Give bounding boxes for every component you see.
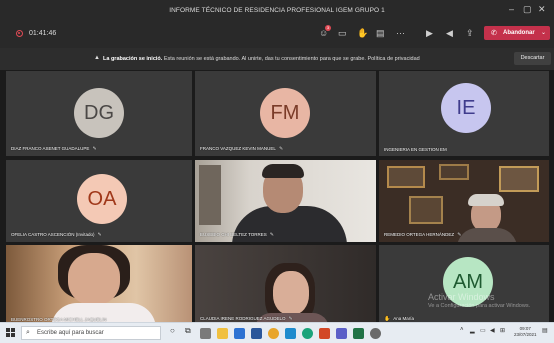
volume-icon[interactable]: ◀ [490,327,495,334]
wall-frames [499,166,539,192]
teams-window: INFORME TÉCNICO DE RESIDENCIA PROFESIONA… [0,0,554,343]
participant-name: INGENIERIA EN GESTION EM [384,147,447,152]
wall-frames [409,196,443,224]
chevron-down-icon[interactable]: ⌄ [541,29,546,36]
title-bar: INFORME TÉCNICO DE RESIDENCIA PROFESIONA… [0,0,554,20]
dismiss-button[interactable]: Descartar [514,52,551,65]
cortana-icon[interactable]: ○ [170,326,175,335]
person-head [68,253,120,305]
participant-name: OFELIA CASTRO ASCENCIÓN (Invitado) ✎ [11,232,102,238]
recording-banner: ▲ La grabación se inició. Esta reunión s… [0,48,554,70]
participant-video-tile[interactable]: BUENROSTRO ORTEGA MICHELL JAQUELIN [6,245,192,326]
chat-icon[interactable]: ▭ [338,29,347,38]
windows-start-icon[interactable] [6,328,16,338]
mic-muted-icon: ✎ [278,146,284,152]
person-hair [468,194,504,206]
camera-off-icon[interactable]: ▶ [426,29,433,38]
close-icon[interactable]: ✕ [538,5,546,14]
banner-bold: La grabación se inició. [103,56,163,62]
more-options-icon[interactable]: ··· [396,29,405,38]
wall-frames [439,164,469,180]
name-text: INGENIERIA EN GESTION EM [384,147,447,152]
participant-video-tile[interactable]: REMEDIO ORTEGA HERNÁNDEZ ✎ [379,160,549,242]
notifications-icon[interactable]: ▤ [542,327,548,334]
excel-icon[interactable] [353,328,364,339]
battery-icon[interactable]: ▭ [480,327,486,334]
participant-tile[interactable]: FM FRANCO VAZQUEZ KEVIN MANUEL ✎ [195,71,376,156]
language-icon[interactable]: ⊞ [500,327,505,334]
taskbar-clock[interactable]: 09:07 23/07/2021 [514,326,537,338]
name-text: Ana María [393,316,414,321]
name-text: REMEDIO ORTEGA HERNÁNDEZ [384,232,455,237]
maximize-icon[interactable]: ▢ [523,5,532,14]
mic-muted-icon: ✎ [92,146,97,152]
chrome-icon[interactable] [268,328,279,339]
word-icon[interactable] [251,328,262,339]
participant-tile[interactable]: AM ✋ Ana María [379,245,549,326]
name-text: OFELIA CASTRO ASCENCIÓN (Invitado) [11,232,95,237]
minimize-icon[interactable]: – [509,5,514,14]
leave-label: Abandonar [503,30,535,36]
app-icon[interactable] [285,328,296,339]
phone-icon: ✆ [491,30,497,37]
windows-taskbar: ⌕ Escribe aquí para buscar ○ ⧉ ˄ ▂ ▭ ◀ ⊞… [0,322,554,343]
person-body [457,228,517,242]
share-screen-icon[interactable]: ⇪ [466,29,474,38]
avatar: FM [260,88,310,138]
leave-button[interactable]: ✆ Abandonar ⌄ [484,26,550,40]
window-title: INFORME TÉCNICO DE RESIDENCIA PROFESIONA… [169,7,385,14]
network-icon[interactable]: ▂ [470,327,475,334]
mail-icon[interactable] [234,328,245,339]
meeting-timer: 01:41:46 [29,30,57,37]
participant-name: FRANCO VAZQUEZ KEVIN MANUEL ✎ [200,146,283,152]
watermark-subtitle: Ve a Configuración para activar Windows. [428,303,531,309]
name-text: CLAUDIA IRENE RODRIGUEZ AGUDELO [200,316,286,321]
clock-date: 23/07/2021 [514,332,537,337]
person-head [273,271,309,315]
wall-frames [387,166,425,188]
participant-name: REMEDIO ORTEGA HERNÁNDEZ ✎ [384,232,461,238]
mic-muted-icon: ✎ [97,232,102,238]
chevron-up-icon[interactable]: ˄ [460,327,464,333]
participant-video-tile[interactable]: CLAUDIA IRENE RODRIGUEZ AGUDELO ✎ [195,245,376,326]
avatar: IE [441,83,491,133]
mic-muted-icon[interactable]: ◀ [446,29,453,38]
settings-icon[interactable] [370,328,381,339]
taskbar-search-input[interactable]: ⌕ Escribe aquí para buscar [21,326,161,340]
task-view-icon[interactable]: ⧉ [185,326,191,336]
powerpoint-icon[interactable] [319,328,330,339]
person-hair [262,164,304,178]
app-icon[interactable] [200,328,211,339]
banner-body: Esta reunión se está grabando. Al unirte… [162,56,420,62]
file-explorer-icon[interactable] [217,328,228,339]
bookshelf [199,165,221,225]
search-icon: ⌕ [26,329,30,336]
participant-video-tile[interactable]: EUSEBIO CHI BELTEZ TORRES ✎ [195,160,376,242]
avatar: DG [74,88,124,138]
teams-icon[interactable] [336,328,347,339]
avatar: OA [77,174,127,224]
participant-tile[interactable]: IE INGENIERIA EN GESTION EM [379,71,549,156]
warning-icon: ▲ [94,55,100,61]
participant-tile[interactable]: DG DIAZ FRANCO ASENET GUADALUPE ✎ [6,71,192,156]
participant-name: EUSEBIO CHI BELTEZ TORRES ✎ [200,232,274,238]
name-text: DIAZ FRANCO ASENET GUADALUPE [11,146,90,151]
search-placeholder: Escribe aquí para buscar [37,330,104,336]
raise-hand-icon[interactable]: ✋ [357,29,368,38]
watermark-title: Activar Windows [428,292,495,302]
rooms-icon[interactable]: ▤ [376,29,385,38]
meeting-toolbar: 01:41:46 ☺ 3 ▭ ✋ ▤ ··· ▶ ◀ ⇪ ✆ Abandonar… [0,20,554,48]
mic-muted-icon: ✎ [269,232,274,238]
participant-name: DIAZ FRANCO ASENET GUADALUPE ✎ [11,146,97,152]
edge-icon[interactable] [302,328,313,339]
recording-icon [16,30,23,37]
name-text: EUSEBIO CHI BELTEZ TORRES [200,232,267,237]
banner-text: La grabación se inició. Esta reunión se … [103,56,420,62]
activate-windows-watermark: Activar Windows Ve a Configuración para … [428,292,530,309]
chat-badge: 3 [325,25,331,31]
participant-tile[interactable]: OA OFELIA CASTRO ASCENCIÓN (Invitado) ✎ [6,160,192,242]
name-text: FRANCO VAZQUEZ KEVIN MANUEL [200,146,276,151]
mic-muted-icon: ✎ [457,232,462,238]
